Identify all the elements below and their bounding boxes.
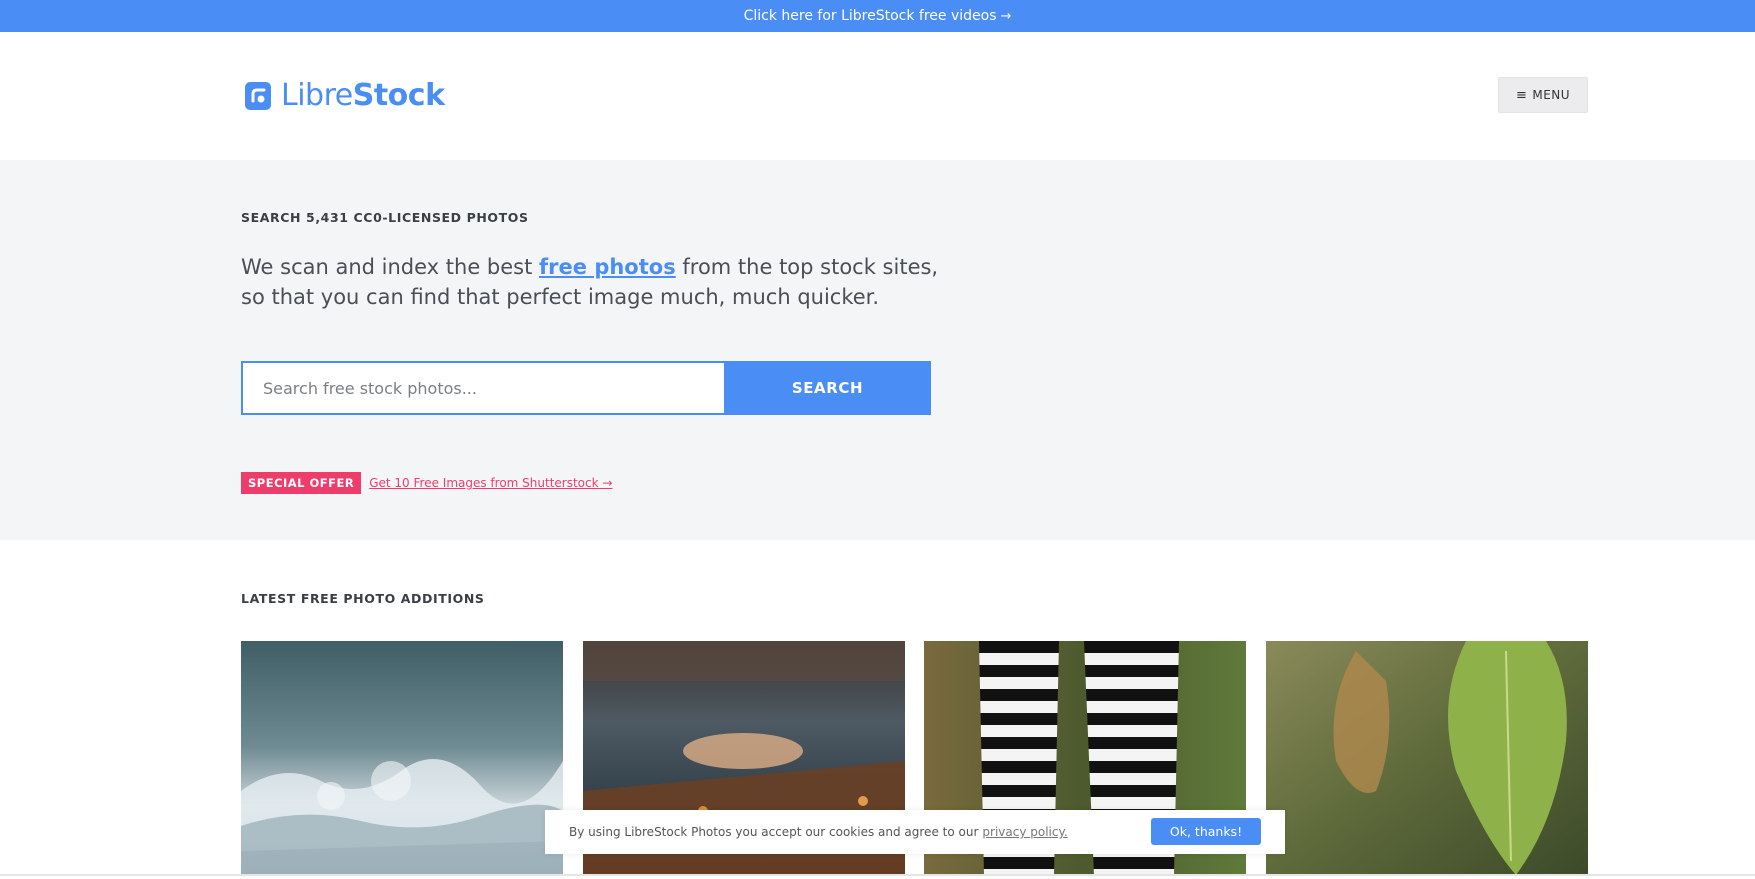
special-offer: SPECIAL OFFER Get 10 Free Images from Sh… — [241, 472, 612, 494]
search-button[interactable]: SEARCH — [724, 361, 931, 415]
logo-text: LibreStock — [281, 78, 445, 113]
hero-eyebrow: SEARCH 5,431 CC0-LICENSED PHOTOS — [241, 210, 529, 225]
site-logo[interactable]: LibreStock — [245, 78, 445, 113]
video-promo-text[interactable]: Click here for LibreStock free videos — [744, 8, 997, 24]
latest-additions-title: LATEST FREE PHOTO ADDITIONS — [241, 591, 485, 606]
video-promo-banner[interactable]: Click here for LibreStock free videos → — [0, 0, 1755, 32]
logo-text-bold: Stock — [352, 78, 445, 113]
hero-lead-before: We scan and index the best — [241, 255, 540, 279]
cookie-consent-banner: By using LibreStock Photos you accept ou… — [545, 810, 1285, 854]
green-leaf-image — [1266, 641, 1588, 875]
hero-section: SEARCH 5,431 CC0-LICENSED PHOTOS We scan… — [0, 160, 1755, 540]
hamburger-icon: ≡ — [1515, 87, 1528, 103]
menu-button[interactable]: ≡ MENU — [1498, 77, 1588, 113]
cookie-accept-button[interactable]: Ok, thanks! — [1151, 818, 1261, 845]
shutterstock-offer-link[interactable]: Get 10 Free Images from Shutterstock → — [369, 476, 612, 490]
logo-text-light: Libre — [281, 78, 353, 113]
search-form: SEARCH — [241, 361, 931, 415]
ocean-waves-image — [241, 641, 563, 875]
site-header: LibreStock ≡ MENU — [0, 32, 1755, 160]
librestock-logo-icon — [245, 81, 271, 110]
search-input[interactable] — [241, 361, 724, 415]
free-photos-link[interactable]: free photos — [539, 255, 676, 279]
green-leaf-photo[interactable] — [1266, 641, 1588, 875]
arrow-right-icon: → — [1000, 8, 1012, 24]
privacy-policy-link[interactable]: privacy policy. — [982, 825, 1067, 839]
cookie-text: By using LibreStock Photos you accept ou… — [569, 825, 979, 839]
menu-label: MENU — [1532, 88, 1571, 102]
page-divider — [0, 874, 1755, 876]
hero-lead: We scan and index the best free photos f… — [241, 252, 941, 312]
special-offer-badge: SPECIAL OFFER — [241, 472, 362, 494]
ocean-waves-photo[interactable] — [241, 641, 563, 875]
